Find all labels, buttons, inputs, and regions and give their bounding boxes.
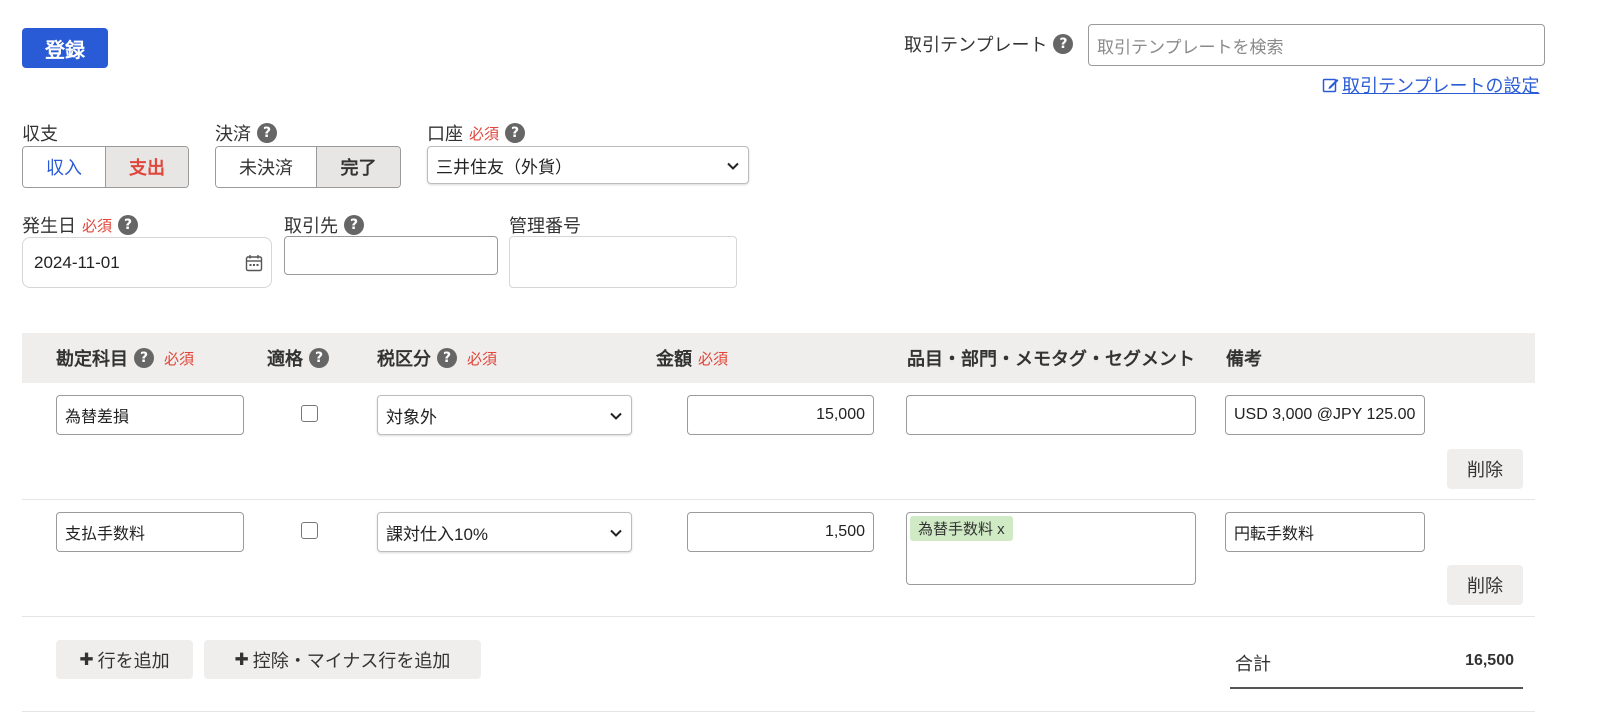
amount-value: 1,500 bbox=[824, 523, 865, 540]
account-label: 口座 bbox=[427, 124, 463, 145]
date-label: 発生日 bbox=[22, 216, 76, 237]
income-expense-toggle[interactable]: 収入 支出 bbox=[22, 146, 189, 188]
date-input[interactable]: 2024-11-01 bbox=[22, 237, 272, 288]
header-tax: 税区分 ? 必須 bbox=[377, 333, 497, 383]
add-deduction-row-label: 控除・マイナス行を追加 bbox=[252, 650, 451, 672]
header-qualified-label: 適格 bbox=[267, 349, 303, 370]
help-icon[interactable]: ? bbox=[134, 348, 154, 368]
partner-input[interactable] bbox=[284, 236, 498, 275]
add-row-label: 行を追加 bbox=[97, 650, 170, 672]
date-value: 2024-11-01 bbox=[34, 252, 120, 272]
header-qualified: 適格 ? bbox=[267, 333, 329, 383]
account-item-input[interactable]: 為替差損 bbox=[56, 395, 244, 435]
template-search-input[interactable]: 取引テンプレートを検索 bbox=[1088, 24, 1545, 66]
tax-select-value: 対象外 bbox=[386, 407, 437, 427]
qualified-checkbox[interactable] bbox=[301, 522, 318, 539]
tags-input[interactable]: 為替手数料 x bbox=[906, 512, 1196, 585]
chevron-down-icon bbox=[609, 408, 623, 422]
total-value: 16,500 bbox=[1465, 652, 1514, 669]
template-label-group: 取引テンプレート ? bbox=[904, 32, 1074, 56]
header-amount-label: 金額 bbox=[656, 349, 692, 370]
edit-icon bbox=[1322, 76, 1340, 94]
note-value: USD 3,000 @JPY 125.00 bbox=[1234, 406, 1416, 423]
note-input[interactable]: USD 3,000 @JPY 125.00 bbox=[1225, 395, 1425, 435]
account-item-input[interactable]: 支払手数料 bbox=[56, 512, 244, 552]
amount-value: 15,000 bbox=[816, 406, 865, 423]
tax-select[interactable]: 対象外 bbox=[377, 395, 632, 435]
partner-label: 取引先 bbox=[284, 216, 338, 237]
calendar-icon[interactable] bbox=[245, 254, 263, 272]
account-select-value: 三井住友（外貨） bbox=[436, 157, 572, 177]
amount-input[interactable]: 1,500 bbox=[687, 512, 874, 552]
plus-icon: ✚ bbox=[79, 649, 94, 670]
date-label-group: 発生日 必須 ? bbox=[22, 212, 139, 238]
help-icon[interactable]: ? bbox=[1053, 34, 1074, 54]
note-value: 円転手数料 bbox=[1234, 526, 1315, 543]
bottom-divider bbox=[22, 711, 1535, 712]
help-icon[interactable]: ? bbox=[309, 348, 329, 368]
tags-input[interactable] bbox=[906, 395, 1196, 435]
required-badge: 必須 bbox=[698, 349, 729, 368]
partner-label-group: 取引先 ? bbox=[284, 212, 364, 238]
row-divider bbox=[22, 499, 1535, 500]
account-select[interactable]: 三井住友（外貨） bbox=[427, 146, 749, 184]
unsettled-option[interactable]: 未決済 bbox=[216, 147, 316, 187]
header-tags: 品目・部門・メモタグ・セグメント bbox=[907, 349, 1195, 370]
required-badge: 必須 bbox=[82, 216, 113, 235]
delete-row-button[interactable]: 削除 bbox=[1447, 565, 1523, 605]
settled-option[interactable]: 完了 bbox=[315, 147, 400, 187]
template-settings-link[interactable]: 取引テンプレートの設定 bbox=[1342, 72, 1539, 98]
tag-chip[interactable]: 為替手数料 x bbox=[910, 516, 1013, 541]
amount-input[interactable]: 15,000 bbox=[687, 395, 874, 435]
header-amount: 金額 必須 bbox=[656, 333, 728, 383]
required-badge: 必須 bbox=[469, 124, 500, 143]
settlement-label: 決済 bbox=[215, 124, 251, 145]
chevron-down-icon bbox=[726, 158, 740, 172]
header-account-item-label: 勘定科目 bbox=[56, 349, 128, 370]
required-badge: 必須 bbox=[164, 349, 195, 368]
required-badge: 必須 bbox=[467, 349, 498, 368]
template-settings-link-group[interactable]: 取引テンプレートの設定 bbox=[1322, 72, 1539, 98]
table-header: 勘定科目 ? 必須 適格 ? 税区分 ? 必須 金額 必須 品目・部門・メモタグ… bbox=[22, 333, 1535, 383]
help-icon[interactable]: ? bbox=[437, 348, 457, 368]
qualified-checkbox[interactable] bbox=[301, 405, 318, 422]
settlement-label-group: 決済 ? bbox=[215, 120, 277, 146]
management-number-input[interactable] bbox=[509, 236, 737, 288]
row-divider bbox=[22, 616, 1535, 617]
settlement-toggle[interactable]: 未決済 完了 bbox=[215, 146, 401, 188]
total-underline bbox=[1230, 687, 1523, 689]
account-label-group: 口座 必須 ? bbox=[427, 120, 526, 146]
plus-icon: ✚ bbox=[234, 649, 249, 670]
delete-row-button[interactable]: 削除 bbox=[1447, 449, 1523, 489]
tax-select[interactable]: 課対仕入10% bbox=[377, 512, 632, 552]
note-input[interactable]: 円転手数料 bbox=[1225, 512, 1425, 552]
tax-select-value: 課対仕入10% bbox=[386, 524, 489, 544]
total-label: 合計 bbox=[1235, 654, 1271, 675]
account-item-value: 為替差損 bbox=[65, 409, 130, 426]
add-row-button[interactable]: ✚ 行を追加 bbox=[56, 640, 193, 679]
account-item-value: 支払手数料 bbox=[65, 526, 146, 543]
help-icon[interactable]: ? bbox=[505, 123, 526, 143]
header-note: 備考 bbox=[1226, 349, 1262, 370]
header-account-item: 勘定科目 ? 必須 bbox=[56, 333, 194, 383]
income-expense-label: 収支 bbox=[22, 124, 58, 145]
chevron-down-icon bbox=[609, 525, 623, 539]
help-icon[interactable]: ? bbox=[344, 215, 364, 235]
management-number-label: 管理番号 bbox=[509, 216, 581, 237]
template-search-placeholder: 取引テンプレートを検索 bbox=[1097, 37, 1284, 57]
income-option[interactable]: 収入 bbox=[23, 147, 105, 187]
help-icon[interactable]: ? bbox=[118, 215, 139, 235]
expense-option[interactable]: 支出 bbox=[105, 147, 188, 187]
add-deduction-row-button[interactable]: ✚ 控除・マイナス行を追加 bbox=[204, 640, 481, 679]
register-button[interactable]: 登録 bbox=[22, 28, 108, 68]
template-label: 取引テンプレート bbox=[904, 35, 1048, 56]
help-icon[interactable]: ? bbox=[257, 123, 277, 143]
header-tax-label: 税区分 bbox=[377, 349, 431, 370]
